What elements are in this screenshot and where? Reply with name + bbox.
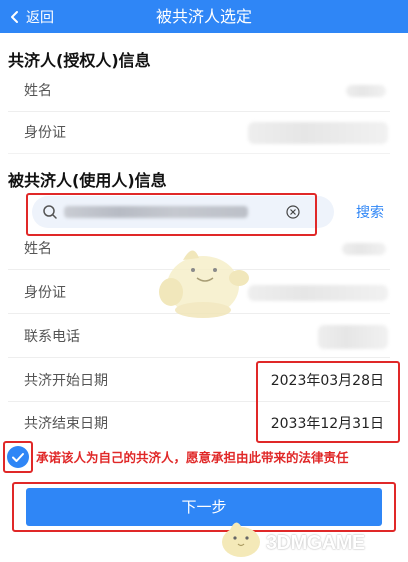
search-button[interactable]: 搜索 <box>356 202 384 224</box>
end-date-label: 共济结束日期 <box>24 416 108 432</box>
end-date-row[interactable]: 共济结束日期 2033年12月31日 <box>8 403 390 445</box>
watermark-text: 3DMGAME <box>266 532 365 554</box>
start-date-label: 共济开始日期 <box>24 373 108 389</box>
authorizer-name-row: 姓名 <box>8 70 390 112</box>
user-id-label: 身份证 <box>24 285 66 301</box>
watermark: 3DMGAME <box>212 512 408 562</box>
start-date-row[interactable]: 共济开始日期 2023年03月28日 <box>8 360 390 402</box>
authorizer-name-value-masked <box>346 84 386 97</box>
end-date-value: 2033年12月31日 <box>270 416 384 432</box>
authorizer-section-title: 共济人(授权人)信息 <box>8 51 151 70</box>
authorizer-id-value-masked <box>248 121 388 144</box>
user-section-title: 被共济人(使用人)信息 <box>8 171 167 190</box>
search-input[interactable] <box>64 200 284 224</box>
user-id-value-masked <box>248 284 388 301</box>
header-bar: 返回 被共济人选定 <box>0 0 408 33</box>
authorizer-id-row: 身份证 <box>8 112 390 154</box>
user-phone-row: 联系电话 <box>8 316 390 358</box>
commitment-checkbox[interactable] <box>7 446 29 468</box>
authorizer-id-label: 身份证 <box>24 125 66 141</box>
search-icon <box>43 205 57 219</box>
commitment-text: 承诺该人为自己的共济人，愿意承担由此带来的法律责任 <box>36 450 349 465</box>
start-date-value: 2023年03月28日 <box>270 373 384 389</box>
search-bar <box>32 196 334 228</box>
checkmark-icon <box>12 453 24 462</box>
page-title: 被共济人选定 <box>155 7 252 26</box>
user-phone-value-masked <box>318 324 388 349</box>
clear-icon[interactable] <box>286 205 300 219</box>
authorizer-name-label: 姓名 <box>24 83 52 99</box>
user-name-label: 姓名 <box>24 241 52 257</box>
watermark-logo-icon <box>222 522 260 557</box>
mascot-image <box>159 250 249 318</box>
user-name-value-masked <box>342 242 386 255</box>
user-phone-label: 联系电话 <box>24 329 80 345</box>
